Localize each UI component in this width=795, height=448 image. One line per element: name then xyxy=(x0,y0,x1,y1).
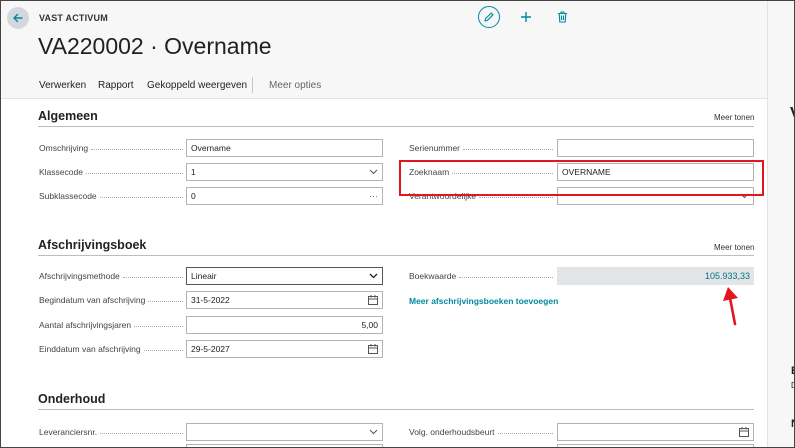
label-klassecode: Klassecode xyxy=(39,165,183,179)
section-divider xyxy=(38,126,754,127)
action-bar: Verwerken Rapport Gekoppeld weergeven Me… xyxy=(1,71,794,99)
label-einddatum: Einddatum van afschrijving xyxy=(39,342,183,356)
action-more-options[interactable]: Meer opties xyxy=(269,80,321,91)
page-title: VA220002 · Overname xyxy=(38,33,272,59)
chevron-down-icon xyxy=(369,273,378,279)
entity-type-label: VAST ACTIVUM xyxy=(39,13,108,23)
edit-button[interactable] xyxy=(478,6,500,28)
subklassecode-lookup[interactable]: 0 ··· xyxy=(186,187,383,205)
omschrijving-field[interactable]: Overname xyxy=(186,139,383,157)
boekwaarde-value[interactable]: 105.933,33 xyxy=(557,267,754,285)
afschrijvingsmethode-dropdown[interactable]: Lineair xyxy=(186,267,383,285)
page-header: VAST ACTIVUM VA220002 · Overname xyxy=(1,1,794,71)
chevron-down-icon xyxy=(369,169,378,175)
show-more-algemeen[interactable]: Meer tonen xyxy=(714,113,754,122)
begindatum-field[interactable]: 31-5-2022 xyxy=(186,291,383,309)
back-button[interactable] xyxy=(7,7,29,29)
einddatum-field[interactable]: 29-5-2027 xyxy=(186,340,383,358)
factbox-letter: E xyxy=(791,365,794,377)
section-title-afschrijvingsboek[interactable]: Afschrijvingsboek xyxy=(38,238,146,252)
label-afschrijvingsjaren: Aantal afschrijvingsjaren xyxy=(39,318,183,332)
pencil-icon xyxy=(484,12,494,22)
next-row-field[interactable] xyxy=(186,444,383,447)
calendar-icon[interactable] xyxy=(368,344,378,354)
section-divider xyxy=(38,409,754,410)
section-title-algemeen[interactable]: Algemeen xyxy=(38,109,98,123)
show-more-afschrijvingsboek[interactable]: Meer tonen xyxy=(714,243,754,252)
serienummer-field[interactable] xyxy=(557,139,754,157)
leveranciersnr-dropdown[interactable] xyxy=(186,423,383,441)
plus-icon xyxy=(521,12,531,22)
arrow-left-icon xyxy=(13,13,23,23)
label-volg-onderhoudsbeurt: Volg. onderhoudsbeurt xyxy=(409,425,553,439)
label-boekwaarde: Boekwaarde xyxy=(409,269,553,283)
calendar-icon[interactable] xyxy=(739,427,749,437)
action-verwerken[interactable]: Verwerken xyxy=(39,80,86,91)
afschrijvingsjaren-field[interactable]: 5,00 xyxy=(186,316,383,334)
page-frame: VAST ACTIVUM VA220002 · Overname Verwerk… xyxy=(0,0,795,448)
factbox-pane: V E D N xyxy=(767,1,794,447)
action-gekoppeld-weergeven[interactable]: Gekoppeld weergeven xyxy=(147,80,247,91)
label-serienummer: Serienummer xyxy=(409,141,553,155)
klassecode-dropdown[interactable]: 1 xyxy=(186,163,383,181)
highlight-box xyxy=(399,160,764,196)
lookup-ellipsis-icon[interactable]: ··· xyxy=(369,191,378,201)
label-omschrijving: Omschrijving xyxy=(39,141,183,155)
record-actions xyxy=(478,6,572,28)
label-leveranciersnr: Leveranciersnr. xyxy=(39,425,183,439)
calendar-icon[interactable] xyxy=(368,295,378,305)
next-row-field[interactable] xyxy=(557,444,754,447)
factbox-letter: N xyxy=(791,418,794,430)
delete-button[interactable] xyxy=(552,6,572,28)
chevron-down-icon xyxy=(369,429,378,435)
action-separator xyxy=(252,77,253,93)
section-title-onderhoud[interactable]: Onderhoud xyxy=(38,392,105,406)
label-subklassecode: Subklassecode xyxy=(39,189,183,203)
red-arrow-icon xyxy=(723,287,738,326)
factbox-heading: V xyxy=(790,105,794,123)
trash-icon xyxy=(557,11,567,23)
label-afschrijvingsmethode: Afschrijvingsmethode xyxy=(39,269,183,283)
action-rapport[interactable]: Rapport xyxy=(98,80,134,91)
section-divider xyxy=(38,255,754,256)
factbox-letter: D xyxy=(791,381,794,390)
label-begindatum: Begindatum van afschrijving xyxy=(39,293,183,307)
add-depreciation-books-link[interactable]: Meer afschrijvingsboeken toevoegen xyxy=(409,296,558,306)
volg-onderhoudsbeurt-field[interactable] xyxy=(557,423,754,441)
new-button[interactable] xyxy=(516,6,536,28)
